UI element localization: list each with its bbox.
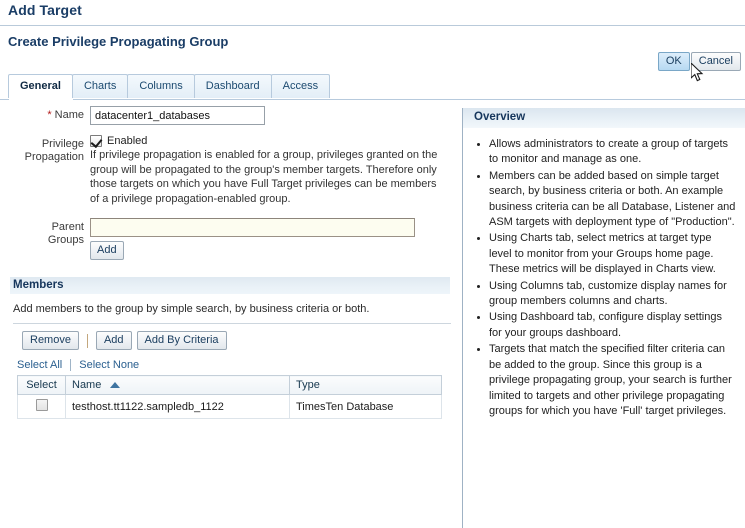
general-form: * Name Privilege Propagation Enabled If … bbox=[0, 106, 458, 262]
privilege-propagation-label-line2: Propagation bbox=[24, 151, 84, 163]
active-tab-connector bbox=[9, 99, 73, 100]
parent-groups-add-button[interactable]: Add bbox=[90, 241, 124, 260]
remove-button[interactable]: Remove bbox=[22, 331, 79, 350]
tab-columns[interactable]: Columns bbox=[127, 74, 195, 98]
page-heading: Create Privilege Propagating Group bbox=[8, 34, 229, 49]
members-section-subtitle: Add members to the group by simple searc… bbox=[13, 303, 370, 315]
list-item: Targets that match the specified filter … bbox=[489, 342, 737, 419]
enabled-checkbox[interactable] bbox=[90, 135, 102, 147]
list-item: Allows administrators to create a group … bbox=[489, 137, 737, 168]
members-table: Select Name Type testhost.tt1122.sampled… bbox=[17, 375, 442, 419]
parent-groups-input[interactable] bbox=[90, 218, 415, 237]
column-header-select[interactable]: Select bbox=[17, 375, 66, 395]
parent-groups-label-line1: Parent bbox=[51, 221, 84, 233]
list-item: Using Dashboard tab, configure display s… bbox=[489, 310, 737, 341]
tab-divider bbox=[0, 99, 745, 100]
select-links-separator bbox=[70, 359, 72, 371]
overview-list: Allows administrators to create a group … bbox=[471, 137, 737, 419]
cancel-button[interactable]: Cancel bbox=[690, 52, 741, 71]
sort-ascending-icon bbox=[110, 382, 121, 389]
name-label-text: Name bbox=[54, 109, 84, 121]
tab-dashboard[interactable]: Dashboard bbox=[193, 74, 272, 98]
parent-groups-label-line2: Groups bbox=[47, 234, 84, 246]
tab-charts[interactable]: Charts bbox=[71, 74, 129, 98]
name-row: * Name bbox=[0, 106, 458, 125]
table-row: testhost.tt1122.sampledb_1122 TimesTen D… bbox=[17, 394, 442, 419]
privilege-propagation-label-line1: Privilege bbox=[41, 138, 84, 150]
required-marker: * bbox=[47, 109, 52, 121]
parent-groups-row: Parent Groups Add bbox=[0, 218, 458, 260]
list-item: Members can be added based on simple tar… bbox=[489, 169, 737, 231]
members-divider bbox=[13, 323, 451, 324]
toolbar-separator bbox=[86, 333, 88, 348]
column-header-type[interactable]: Type bbox=[289, 375, 442, 395]
select-links: Select All Select None bbox=[17, 359, 139, 371]
tab-bar: General Charts Columns Dashboard Access bbox=[8, 74, 331, 98]
row-select-cell bbox=[17, 394, 66, 419]
privilege-propagation-row: Privilege Propagation Enabled If privile… bbox=[0, 135, 458, 206]
title-divider bbox=[0, 25, 745, 26]
create-privilege-propagating-group-page: Add Target Create Privilege Propagating … bbox=[0, 0, 745, 528]
enabled-label: Enabled bbox=[107, 135, 148, 147]
members-toolbar: Remove Add Add By Criteria bbox=[22, 331, 227, 350]
ok-button[interactable]: OK bbox=[657, 52, 690, 71]
add-member-button[interactable]: Add bbox=[95, 331, 132, 350]
overview-title: Overview bbox=[474, 111, 526, 123]
list-item: Using Charts tab, select metrics at targ… bbox=[489, 231, 737, 277]
enabled-checkbox-row: Enabled bbox=[90, 135, 458, 147]
name-input[interactable] bbox=[90, 106, 265, 125]
row-select-checkbox[interactable] bbox=[35, 399, 48, 411]
tab-access[interactable]: Access bbox=[270, 74, 331, 98]
column-header-name-label: Name bbox=[72, 379, 102, 391]
column-header-name[interactable]: Name bbox=[65, 375, 290, 395]
members-section-title: Members bbox=[13, 279, 64, 291]
privilege-propagation-help-text: If privilege propagation is enabled for … bbox=[90, 149, 438, 205]
overview-panel: Overview Allows administrators to create… bbox=[462, 108, 745, 528]
row-type-cell: TimesTen Database bbox=[289, 394, 442, 419]
add-by-criteria-button[interactable]: Add By Criteria bbox=[136, 331, 227, 350]
page-title: Add Target bbox=[8, 2, 82, 18]
select-none-link[interactable]: Select None bbox=[79, 359, 139, 371]
members-section-header-band bbox=[10, 277, 450, 294]
tab-general[interactable]: General bbox=[8, 74, 73, 98]
list-item: Using Columns tab, customize display nam… bbox=[489, 279, 737, 310]
row-name-cell: testhost.tt1122.sampledb_1122 bbox=[65, 394, 290, 419]
name-label: * Name bbox=[0, 106, 90, 122]
action-bar: OK Cancel bbox=[657, 52, 741, 71]
parent-groups-label: Parent Groups bbox=[0, 218, 90, 247]
select-all-link[interactable]: Select All bbox=[17, 359, 62, 371]
privilege-propagation-label: Privilege Propagation bbox=[0, 135, 90, 164]
table-header-row: Select Name Type bbox=[17, 375, 442, 395]
